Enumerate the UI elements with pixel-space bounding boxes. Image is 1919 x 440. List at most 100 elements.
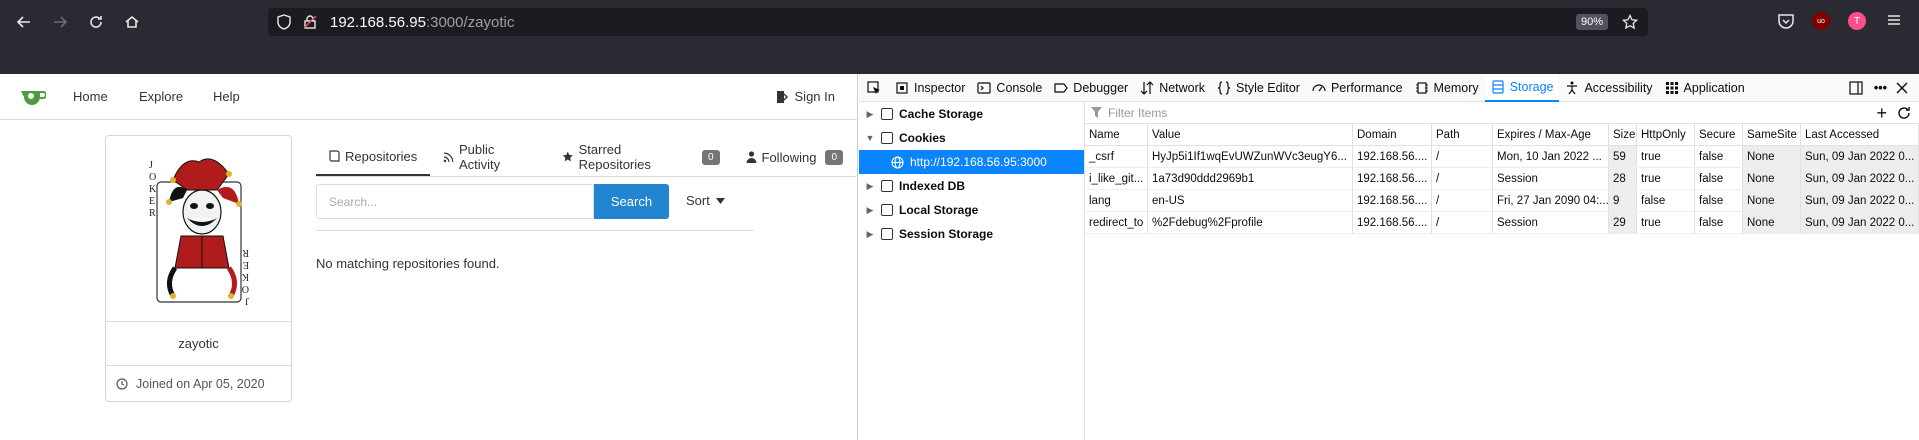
expand-arrow-icon[interactable]: ▶	[863, 181, 877, 192]
table-cell: /	[1432, 190, 1493, 211]
filter-icon	[1091, 107, 1102, 118]
nav-home[interactable]: Home	[73, 89, 108, 104]
shield-icon[interactable]	[276, 14, 292, 30]
tab-memory-label: Memory	[1433, 80, 1479, 95]
table-header: Name Value Domain Path Expires / Max-Age Size…	[1085, 124, 1919, 146]
pick-element-icon	[867, 80, 880, 94]
table-cell: 29	[1609, 212, 1637, 233]
profile-tabs: Repositories Public Activity Starred Rep…	[316, 138, 856, 176]
inspector-icon	[896, 81, 908, 94]
gauge-icon	[1312, 83, 1326, 91]
expand-arrow-icon[interactable]: ▶	[863, 109, 877, 120]
network-icon	[1140, 80, 1154, 95]
tab-following[interactable]: Following 0	[733, 138, 856, 176]
insecure-lock-icon[interactable]	[302, 14, 318, 30]
table-cell: true	[1637, 146, 1695, 167]
table-row[interactable]: redirect_to %2Fdebug%2Fprofile 192.168.56.…	[1085, 212, 1919, 234]
column-header[interactable]: Domain	[1353, 124, 1432, 145]
table-cell: None	[1743, 168, 1801, 189]
tab-style-editor[interactable]: Style Editor	[1211, 74, 1306, 102]
tab-starred-repositories[interactable]: Starred Repositories 0	[549, 138, 732, 176]
sort-dropdown[interactable]: Sort	[686, 193, 725, 208]
tree-cookies[interactable]: ▼ Cookies	[859, 126, 1084, 150]
home-icon	[125, 15, 139, 28]
extension-icon[interactable]: T	[1848, 12, 1866, 30]
sign-in-icon	[776, 90, 788, 103]
nav-explore[interactable]: Explore	[139, 89, 183, 104]
search-button[interactable]: Search	[594, 184, 669, 219]
table-cell: 28	[1609, 168, 1637, 189]
gogs-logo-icon[interactable]	[20, 87, 46, 107]
tree-session-storage[interactable]: ▶ Session Storage	[859, 222, 1084, 246]
database-icon	[881, 204, 893, 216]
expand-arrow-icon[interactable]: ▶	[863, 205, 877, 216]
expand-arrow-icon[interactable]: ▶	[863, 229, 877, 240]
star-icon	[562, 151, 573, 162]
table-cell: Mon, 10 Jan 2022 ...	[1493, 146, 1609, 167]
cookie-rows: _csrf HyJp5i1If1wqEvUWZunWVc3eugY6... 192.…	[1085, 146, 1919, 234]
table-row[interactable]: i_like_git... 1a73d90ddd2969b1 192.168.56.…	[1085, 168, 1919, 190]
zoom-indicator[interactable]: 90%	[1575, 14, 1608, 30]
tree-cache-storage[interactable]: ▶ Cache Storage	[859, 102, 1084, 126]
database-icon	[881, 108, 893, 120]
filter-items-input[interactable]: Filter Items +	[1085, 102, 1919, 124]
tree-cookie-host[interactable]: http://192.168.56.95:3000	[859, 150, 1084, 174]
tab-network[interactable]: Network	[1134, 74, 1211, 102]
table-cell: None	[1743, 146, 1801, 167]
column-header[interactable]: Path	[1432, 124, 1493, 145]
home-button[interactable]	[120, 10, 144, 34]
table-cell: 59	[1609, 146, 1637, 167]
table-cell: false	[1695, 190, 1743, 211]
reload-button[interactable]	[84, 10, 108, 34]
forward-button[interactable]	[48, 10, 72, 34]
bookmark-star-icon[interactable]	[1622, 14, 1638, 30]
tab-inspector[interactable]: Inspector	[889, 74, 971, 102]
element-picker-button[interactable]	[859, 74, 889, 102]
menu-icon[interactable]	[1886, 12, 1902, 31]
tab-application[interactable]: Application	[1659, 74, 1751, 102]
collapse-arrow-icon[interactable]: ▼	[863, 133, 877, 143]
console-icon	[977, 81, 992, 94]
dock-toggle-button[interactable]	[1843, 74, 1869, 102]
add-item-icon[interactable]: +	[1876, 103, 1887, 124]
accessibility-icon	[1567, 81, 1578, 94]
column-header[interactable]: Size	[1609, 124, 1637, 145]
nav-help[interactable]: Help	[213, 89, 240, 104]
tree-local-storage[interactable]: ▶ Local Storage	[859, 198, 1084, 222]
table-cell: None	[1743, 190, 1801, 211]
column-header[interactable]: Expires / Max-Age	[1493, 124, 1609, 145]
arrow-left-icon	[16, 16, 30, 28]
pocket-icon[interactable]	[1777, 12, 1795, 33]
url-bar[interactable]: 192.168.56.95:3000/zayotic 90%	[268, 8, 1648, 36]
tab-console[interactable]: Console	[971, 74, 1048, 102]
back-button[interactable]	[12, 10, 36, 34]
column-header[interactable]: SameSite	[1743, 124, 1801, 145]
repo-search-input[interactable]: Search...	[316, 184, 594, 219]
close-devtools-button[interactable]	[1889, 74, 1915, 102]
table-row[interactable]: lang en-US 192.168.56.... / Fri, 27 Jan 2090…	[1085, 190, 1919, 212]
refresh-icon[interactable]	[1897, 106, 1911, 120]
svg-text:E: E	[149, 196, 155, 207]
tab-repositories[interactable]: Repositories	[316, 138, 431, 176]
arrow-right-icon	[54, 16, 68, 28]
column-header[interactable]: Secure	[1695, 124, 1743, 145]
starred-count-badge: 0	[701, 149, 720, 165]
tab-accessibility[interactable]: Accessibility	[1559, 74, 1658, 102]
table-cell: Session	[1493, 168, 1609, 189]
tree-indexed-db[interactable]: ▶ Indexed DB	[859, 174, 1084, 198]
column-header[interactable]: Value	[1148, 124, 1353, 145]
tab-public-activity[interactable]: Public Activity	[430, 138, 549, 176]
table-row[interactable]: _csrf HyJp5i1If1wqEvUWZunWVc3eugY6... 192.…	[1085, 146, 1919, 168]
sign-in-link[interactable]: Sign In	[775, 89, 835, 104]
column-header[interactable]: HttpOnly	[1637, 124, 1695, 145]
tab-debugger[interactable]: Debugger	[1048, 74, 1134, 102]
tab-memory[interactable]: Memory	[1409, 74, 1485, 102]
table-cell: 192.168.56....	[1353, 190, 1432, 211]
ublock-extension-icon[interactable]: uo	[1812, 12, 1830, 30]
tab-performance[interactable]: Performance	[1306, 74, 1409, 102]
tree-cookie-host-label: http://192.168.56.95:3000	[910, 155, 1047, 169]
tab-performance-label: Performance	[1330, 80, 1403, 95]
column-header[interactable]: Name	[1085, 124, 1148, 145]
column-header[interactable]: Last Accessed	[1801, 124, 1919, 145]
tab-storage[interactable]: Storage	[1484, 73, 1560, 102]
